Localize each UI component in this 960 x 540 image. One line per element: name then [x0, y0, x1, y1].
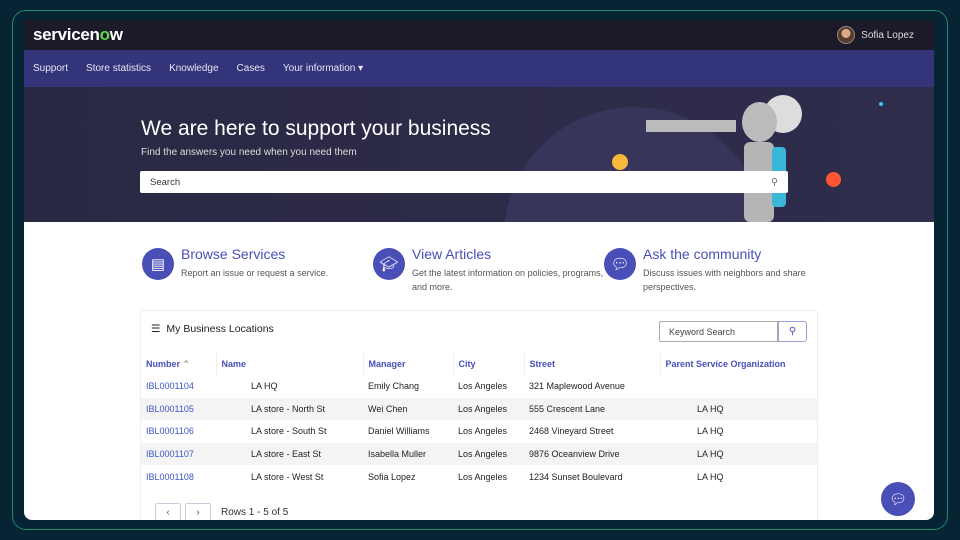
- card-view-articles[interactable]: 🎓︎ View Articles Get the latest informati…: [373, 246, 604, 294]
- prev-page-button[interactable]: ‹: [155, 503, 181, 520]
- quick-links: ▤ Browse Services Report an issue or requ…: [142, 246, 835, 294]
- chat-icon: 💬︎: [889, 490, 907, 507]
- next-page-button[interactable]: ›: [185, 503, 211, 520]
- col-parent-org[interactable]: Parent Service Organization: [659, 353, 817, 375]
- cell-parent-org: LA HQ: [697, 426, 724, 437]
- card-title[interactable]: Browse Services: [181, 246, 328, 262]
- cell-manager: Sofia Lopez: [368, 471, 416, 482]
- cell-name: LA store - East St: [216, 442, 363, 466]
- card-title[interactable]: View Articles: [412, 246, 604, 262]
- hero-title: We are here to support your business: [141, 117, 491, 140]
- search-icon: ⚲: [788, 326, 797, 337]
- hero-banner: We are here to support your business Fin…: [24, 87, 934, 222]
- nav-knowledge[interactable]: Knowledge: [169, 63, 218, 74]
- col-name[interactable]: Name: [215, 353, 363, 375]
- cell-manager: Emily Chang: [368, 381, 420, 392]
- card-desc: Get the latest information on policies, …: [412, 268, 604, 292]
- col-street[interactable]: Street: [523, 353, 660, 375]
- card-desc: Report an issue or request a service.: [181, 268, 329, 278]
- card-browse-services[interactable]: ▤ Browse Services Report an issue or requ…: [142, 246, 373, 294]
- table-row[interactable]: IBL0001104 LA HQ Emily Chang Los Angeles 321…: [141, 375, 817, 398]
- user-name: Sofia Lopez: [861, 29, 914, 41]
- card-desc: Discuss issues with neighbors and share …: [643, 268, 806, 292]
- table-row[interactable]: IBL0001106 LA store - South St Daniel Will…: [141, 420, 817, 443]
- portal-screen: servicenow Sofia Lopez Support Store sta…: [24, 20, 934, 520]
- list-menu-icon[interactable]: ☰: [151, 323, 160, 335]
- panel-title: My Business Locations: [166, 323, 274, 335]
- main-nav: Support Store statistics Knowledge Cases…: [24, 50, 934, 87]
- nav-cases[interactable]: Cases: [237, 63, 265, 74]
- servicenow-logo[interactable]: servicenow: [33, 25, 123, 45]
- chat-button[interactable]: 💬︎: [881, 482, 915, 516]
- sort-ascending-icon[interactable]: ⌃: [183, 359, 191, 369]
- hero-decoration: [612, 154, 628, 170]
- hero-search-input[interactable]: Search ⚲: [140, 171, 788, 193]
- keyword-search-input[interactable]: Keyword Search: [659, 321, 778, 342]
- cell-name: LA store - West St: [251, 471, 324, 482]
- search-placeholder: Search: [150, 176, 181, 188]
- graduation-cap-icon: 🎓︎: [373, 248, 405, 280]
- search-icon[interactable]: ⚲: [771, 177, 778, 188]
- card-ask-community[interactable]: 💬︎ Ask the community Discuss issues with …: [604, 246, 835, 294]
- book-icon: ▤: [142, 248, 174, 280]
- cell-parent-org: LA HQ: [697, 471, 724, 482]
- locations-table: Number ⌃ Name Manager City Street Parent…: [141, 353, 817, 488]
- user-menu[interactable]: Sofia Lopez: [837, 26, 914, 44]
- cell-name: LA store - South St: [251, 426, 327, 437]
- cell-manager: Daniel Williams: [368, 426, 430, 437]
- table-row[interactable]: IBL0001105 LA store - North St Wei Chen Los…: [141, 397, 817, 421]
- cell-city: Los Angeles: [458, 381, 508, 392]
- rows-count: Rows 1 - 5 of 5: [221, 506, 289, 518]
- cell-city: Los Angeles: [458, 471, 508, 482]
- cell-manager: Wei Chen: [363, 397, 453, 421]
- hero-decoration: [879, 102, 883, 106]
- cell-manager: Isabella Muller: [363, 442, 453, 466]
- col-number[interactable]: Number ⌃: [141, 353, 216, 375]
- cell-parent-org: [660, 375, 817, 398]
- card-title[interactable]: Ask the community: [643, 246, 835, 262]
- cell-number[interactable]: IBL0001106: [141, 420, 216, 443]
- cell-city: Los Angeles: [453, 442, 524, 466]
- telescope-illustration: [646, 120, 736, 132]
- cell-name: LA HQ: [251, 381, 278, 392]
- cell-number[interactable]: IBL0001104: [141, 375, 216, 398]
- cell-name: LA store - North St: [216, 397, 363, 421]
- keyword-search-button[interactable]: ⚲: [778, 321, 807, 342]
- cell-street: 1234 Sunset Boulevard: [529, 471, 623, 482]
- nav-support[interactable]: Support: [33, 63, 68, 74]
- table-row[interactable]: IBL0001107 LA store - East St Isabella Mul…: [141, 442, 817, 466]
- cell-street: 321 Maplewood Avenue: [529, 381, 625, 392]
- nav-store-statistics[interactable]: Store statistics: [86, 63, 151, 74]
- cell-street: 555 Crescent Lane: [524, 397, 660, 421]
- keyword-search: Keyword Search ⚲: [659, 321, 807, 342]
- cell-street: 2468 Vineyard Street: [529, 426, 614, 437]
- table-row[interactable]: IBL0001108 LA store - West St Sofia Lopez L…: [141, 465, 817, 488]
- cell-parent-org: LA HQ: [660, 397, 817, 421]
- cell-city: Los Angeles: [458, 426, 508, 437]
- business-locations-panel: ☰ My Business Locations Keyword Search ⚲ …: [140, 310, 818, 520]
- col-manager[interactable]: Manager: [362, 353, 453, 375]
- hero-subtitle: Find the answers you need when you need …: [141, 147, 357, 158]
- avatar: [837, 26, 856, 44]
- nav-your-information[interactable]: Your information ▾: [283, 63, 363, 74]
- astronaut-illustration: [742, 102, 777, 142]
- col-city[interactable]: City: [452, 353, 524, 375]
- cell-number[interactable]: IBL0001107: [141, 442, 216, 466]
- cell-parent-org: LA HQ: [660, 442, 817, 466]
- cell-city: Los Angeles: [453, 397, 524, 421]
- chat-bubbles-icon: 💬︎: [604, 248, 636, 280]
- cell-number[interactable]: IBL0001105: [141, 397, 216, 421]
- top-bar: servicenow Sofia Lopez: [24, 20, 934, 50]
- cell-street: 9876 Oceanview Drive: [524, 442, 660, 466]
- hero-decoration: [826, 172, 841, 187]
- cell-number[interactable]: IBL0001108: [141, 465, 216, 488]
- pagination: ‹ › Rows 1 - 5 of 5: [155, 503, 288, 520]
